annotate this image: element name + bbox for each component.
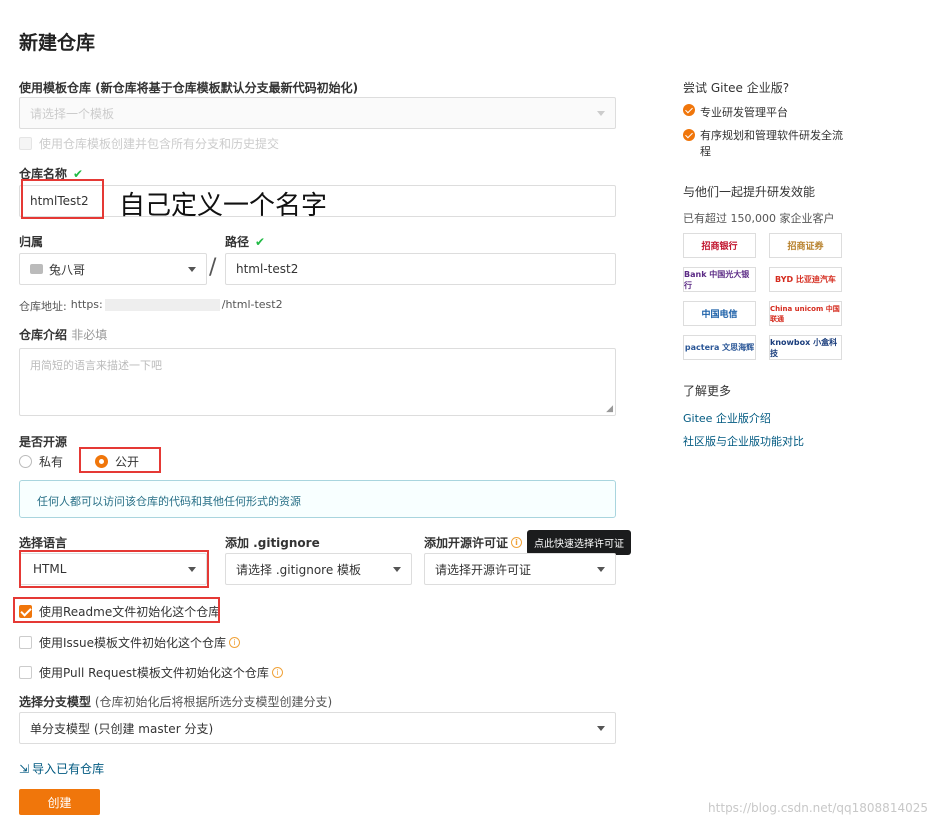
open-source-label: 是否开源 [19,435,68,449]
watermark: https://blog.csdn.net/qq1808814025 [708,801,928,815]
license-label-text: 添加开源许可证 [424,536,509,550]
import-repo-link[interactable]: ⇲ 导入已有仓库 [19,760,104,777]
check-circle-icon [683,104,695,116]
customer-logo: pactera 文思海辉 [683,335,756,360]
address-blurred [104,299,220,311]
repo-address: 仓库地址: https: /html-test2 [19,298,283,314]
path-label-text: 路径 [225,235,250,249]
sidebar-feature: 有序规划和管理软件研发全流程 [683,128,853,160]
sidebar-feature-text: 专业研发管理平台 [700,106,788,119]
template-branches-label: 使用仓库模板创建并包含所有分支和历史提交 [39,137,280,151]
template-branches-option[interactable]: 使用仓库模板创建并包含所有分支和历史提交 [19,135,279,152]
intro-placeholder: 用简短的语言来描述一下吧 [30,359,162,372]
template-placeholder: 请选择一个模板 [30,106,115,121]
pr-option[interactable]: 使用Pull Request模板文件初始化这个仓库 i [19,664,283,681]
private-label: 私有 [39,455,64,469]
import-icon: ⇲ [19,761,30,776]
intro-optional: 非必填 [71,328,108,342]
intro-label-text: 仓库介绍 [19,328,68,342]
owner-select[interactable]: 兔八哥 [19,253,207,285]
check-circle-icon [683,129,695,141]
branch-label: 选择分支模型 (仓库初始化后将根据所选分支模型创建分支) [19,693,332,710]
annotation-box-public [79,447,161,473]
annotation-box-language [19,550,209,588]
path-separator: / [209,255,217,280]
path-label: 路径 ✔ [225,233,265,250]
owner-value: 兔八哥 [49,262,86,277]
sidebar-learn-title: 了解更多 [683,384,732,398]
check-icon: ✔ [255,235,266,249]
customer-logo: 招商证券 [769,233,842,258]
template-label: 使用模板仓库 (新仓库将基于仓库模板默认分支最新代码初始化) [19,81,359,95]
branch-select[interactable]: 单分支模型 (只创建 master 分支) [19,712,616,744]
branch-hint: (仓库初始化后将根据所选分支模型创建分支) [94,695,333,709]
annotation-box-name [21,179,104,219]
customer-logo: China unicom 中国联通 [769,301,842,326]
intro-label: 仓库介绍 非必填 [19,326,107,343]
public-notice: 任何人都可以访问该仓库的代码和其他任何形式的资源 [19,480,616,518]
customer-logo: 中国电信 [683,301,756,326]
path-input[interactable]: html-test2 [225,253,616,285]
license-select[interactable]: 请选择开源许可证 [424,553,616,585]
annotation-text: 自己定义一个名字 [119,191,328,221]
address-suffix: /html-test2 [221,298,283,311]
branch-value: 单分支模型 (只创建 master 分支) [30,721,214,736]
owner-label: 归属 [19,235,44,249]
sidebar-link-compare[interactable]: 社区版与企业版功能对比 [683,433,804,449]
gitignore-value: 请选择 .gitignore 模板 [236,562,362,577]
template-branches-checkbox[interactable] [19,137,32,150]
customer-logo: knowbox 小盒科技 [769,335,842,360]
gitignore-label: 添加 .gitignore [225,536,320,550]
intro-textarea[interactable]: 用简短的语言来描述一下吧 ◢ [19,348,616,416]
chevron-down-icon [597,111,605,116]
branch-label-text: 选择分支模型 [19,695,92,709]
address-prefix: https: [70,298,103,311]
info-icon[interactable]: i [229,637,241,648]
issue-option[interactable]: 使用Issue模板文件初始化这个仓库 i [19,634,241,651]
customer-logo: 招商银行 [683,233,756,258]
issue-label: 使用Issue模板文件初始化这个仓库 [39,636,227,650]
info-icon[interactable]: i [271,667,283,678]
page-title: 新建仓库 [19,32,96,54]
sidebar-customers: 已有超过 150,000 家企业客户 [683,212,835,225]
license-tooltip: 点此快速选择许可证 [527,530,631,555]
sidebar-try-title: 尝试 Gitee 企业版? [683,81,790,95]
issue-checkbox[interactable] [19,636,32,649]
resize-handle-icon[interactable]: ◢ [606,404,613,414]
info-icon[interactable]: i [511,537,523,548]
customer-logo: BYD 比亚迪汽车 [769,267,842,292]
path-value: html-test2 [236,262,299,276]
language-label: 选择语言 [19,536,68,550]
chevron-down-icon [597,726,605,731]
gitignore-select[interactable]: 请选择 .gitignore 模板 [225,553,412,585]
license-label: 添加开源许可证 i [424,534,523,551]
sidebar-feature-text: 有序规划和管理软件研发全流程 [700,129,843,158]
pr-label: 使用Pull Request模板文件初始化这个仓库 [39,666,269,680]
customer-logo: Bank 中国光大银行 [683,267,756,292]
chevron-down-icon [393,567,401,572]
annotation-box-readme [13,597,220,623]
sidebar-together-title: 与他们一起提升研发效能 [683,185,816,199]
template-select[interactable]: 请选择一个模板 [19,97,616,129]
private-option[interactable]: 私有 [19,453,63,470]
chevron-down-icon [597,567,605,572]
create-button[interactable]: 创建 [19,789,100,815]
import-repo-label: 导入已有仓库 [32,762,105,776]
pr-checkbox[interactable] [19,666,32,679]
chevron-down-icon [188,267,196,272]
address-label: 仓库地址: [19,300,67,313]
license-value: 请选择开源许可证 [435,562,532,577]
private-radio[interactable] [19,455,32,468]
sidebar-feature: 专业研发管理平台 [683,104,788,120]
sidebar-link-intro[interactable]: Gitee 企业版介绍 [683,410,771,426]
avatar [30,264,43,274]
